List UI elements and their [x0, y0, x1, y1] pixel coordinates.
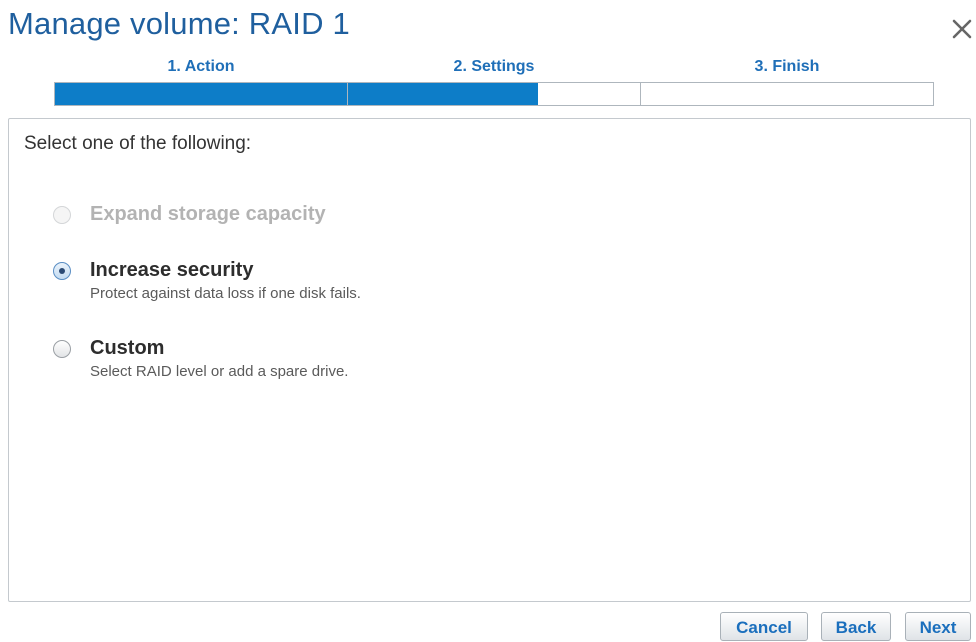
radio-expand-storage — [53, 206, 71, 224]
option-increase-security-description: Protect against data loss if one disk fa… — [90, 285, 361, 302]
option-custom[interactable]: Custom Select RAID level or add a spare … — [53, 337, 473, 385]
radio-selected-dot — [59, 268, 65, 274]
option-expand-storage-title: Expand storage capacity — [90, 203, 326, 225]
progress-segment-finish — [641, 83, 933, 105]
option-increase-security-title: Increase security — [90, 259, 254, 281]
next-button[interactable]: Next — [905, 612, 971, 641]
prompt-text: Select one of the following: — [24, 133, 252, 154]
close-icon[interactable] — [947, 14, 976, 44]
option-increase-security[interactable]: Increase security Protect against data l… — [53, 259, 473, 307]
step-finish-label: 3. Finish — [754, 58, 820, 75]
wizard-progress-bar — [54, 82, 934, 106]
option-custom-description: Select RAID level or add a spare drive. — [90, 363, 349, 380]
options-panel: Select one of the following: Expand stor… — [8, 118, 971, 602]
dialog-title: Manage volume: RAID 1 — [8, 6, 350, 41]
step-action-label: 1. Action — [167, 58, 235, 75]
progress-segment-action — [55, 83, 348, 105]
wizard-steps: 1. Action 2. Settings 3. Finish — [54, 58, 934, 78]
back-button[interactable]: Back — [821, 612, 891, 641]
cancel-button[interactable]: Cancel — [720, 612, 808, 641]
progress-segment-settings — [348, 83, 641, 105]
radio-custom[interactable] — [53, 340, 71, 358]
step-settings-label: 2. Settings — [453, 58, 535, 75]
option-expand-storage: Expand storage capacity — [53, 203, 453, 231]
radio-increase-security[interactable] — [53, 262, 71, 280]
option-custom-title: Custom — [90, 337, 165, 359]
